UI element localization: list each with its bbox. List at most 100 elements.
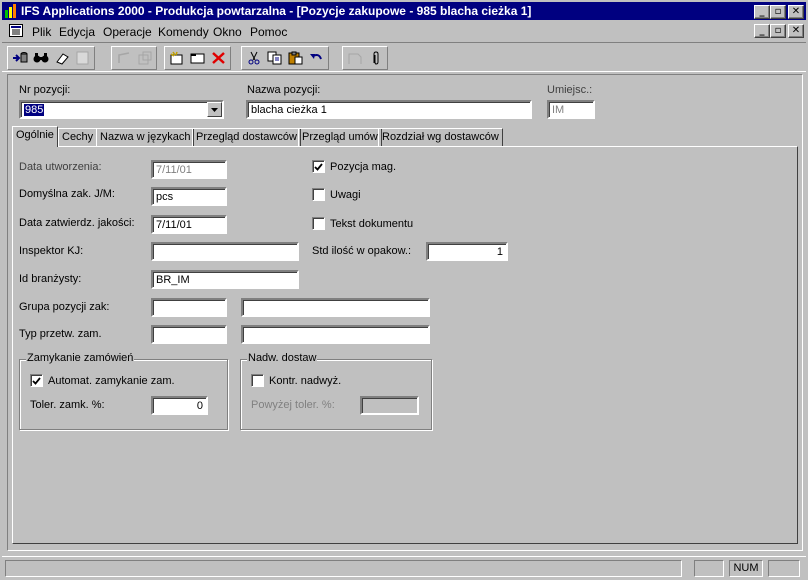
checkbox-box[interactable]: [312, 188, 325, 201]
location-label: Umiejsc.:: [547, 84, 593, 96]
over-delivery-control-label: Kontr. nadwyż.: [269, 374, 342, 387]
duplicate-icon[interactable]: [134, 48, 155, 68]
part-no-combo[interactable]: 985: [19, 100, 224, 119]
over-delivery-title: Nadw. dostaw: [247, 352, 318, 364]
toolbar-group-attach: [342, 46, 388, 70]
tab-nazwa-w-jezykach[interactable]: Nazwa w językach: [96, 128, 195, 146]
menu-operacje[interactable]: Operacje: [103, 25, 152, 39]
inspector-label: Inspektor KJ:: [19, 245, 84, 257]
blank-icon[interactable]: [72, 48, 93, 68]
mdi-document-icon[interactable]: [9, 24, 23, 37]
tab-przeglad-dostawcow[interactable]: Przegląd dostawców: [192, 128, 301, 146]
part-no-value: 985: [24, 104, 45, 116]
location-field[interactable]: IM: [547, 100, 595, 119]
paste-icon[interactable]: [285, 48, 306, 68]
close-button[interactable]: ✕: [788, 5, 804, 19]
menu-plik[interactable]: Plik: [32, 25, 51, 39]
created-field[interactable]: 7/11/01: [151, 160, 227, 179]
checkbox-box[interactable]: [251, 374, 264, 387]
menu-bar: Plik Edycja Operacje Komendy Okno Pomoc …: [2, 21, 806, 41]
menu-edycja[interactable]: Edycja: [59, 25, 95, 39]
tab-przeglad-umow[interactable]: Przegląd umów: [298, 128, 382, 146]
over-delivery-control-checkbox[interactable]: Kontr. nadwyż.: [251, 374, 341, 387]
order-type-field[interactable]: [151, 325, 227, 344]
open-folder-icon[interactable]: [187, 48, 208, 68]
stock-part-label: Pozycja mag.: [330, 160, 397, 173]
part-no-label: Nr pozycji:: [19, 84, 71, 96]
stock-part-checkbox[interactable]: Pozycja mag.: [312, 160, 396, 173]
toolbar-group-edit: [111, 46, 157, 70]
minimize-button[interactable]: _: [754, 5, 770, 19]
qc-date-label: Data zatwierdz. jakości:: [19, 217, 135, 229]
order-type-description-field[interactable]: [241, 325, 430, 344]
menu-komendy[interactable]: Komendy: [158, 25, 209, 39]
window-buttons: _ ▫ ✕: [754, 5, 804, 19]
populate-icon[interactable]: [9, 48, 30, 68]
new-icon[interactable]: [166, 48, 187, 68]
order-closing-group: Zamykanie zamówień: [19, 352, 228, 430]
delete-icon[interactable]: [208, 48, 229, 68]
undo-disabled-icon[interactable]: [113, 48, 134, 68]
cut-icon[interactable]: [243, 48, 264, 68]
tab-rozdzial-wg-dostawcow[interactable]: Rozdział wg dostawców: [378, 128, 503, 146]
over-delivery-group: Nadw. dostaw: [240, 352, 432, 430]
notes-label: Uwagi: [330, 188, 361, 201]
default-uom-label: Domyślna zak. J/M:: [19, 188, 115, 200]
auto-close-label: Automat. zamykanie zam.: [48, 374, 175, 387]
close-tolerance-field[interactable]: 0: [151, 396, 208, 415]
toolbar-group-record: [164, 46, 231, 70]
menu-pomoc[interactable]: Pomoc: [250, 25, 287, 39]
combo-dropdown-button[interactable]: [207, 102, 222, 117]
title-bar[interactable]: IFS Applications 2000 - Produkcja powtar…: [2, 2, 806, 20]
notes-checkbox[interactable]: Uwagi: [312, 188, 361, 201]
undo-icon[interactable]: [306, 48, 327, 68]
inspector-field[interactable]: [151, 242, 299, 261]
attachment-icon[interactable]: [365, 48, 386, 68]
status-message-panel: [5, 560, 682, 577]
buyer-label: Id branżysty:: [19, 273, 82, 285]
description-field[interactable]: blacha cieżka 1: [246, 100, 532, 119]
checkbox-box[interactable]: [30, 374, 43, 387]
status-scroll-panel: [768, 560, 800, 577]
checkmark-icon: [314, 162, 323, 171]
toolbar: [2, 42, 806, 72]
part-group-label: Grupa pozycji zak:: [19, 301, 110, 313]
window-title: IFS Applications 2000 - Produkcja powtar…: [21, 4, 532, 18]
qc-date-field[interactable]: 7/11/01: [151, 215, 227, 234]
search-icon[interactable]: [30, 48, 51, 68]
document-icon[interactable]: [344, 48, 365, 68]
order-type-label: Typ przetw. zam.: [19, 328, 102, 340]
part-group-description-field[interactable]: [241, 298, 430, 317]
eraser-icon[interactable]: [51, 48, 72, 68]
auto-close-checkbox[interactable]: Automat. zamykanie zam.: [30, 374, 175, 387]
mdi-minimize-button[interactable]: _: [754, 24, 770, 38]
mdi-close-button[interactable]: ✕: [788, 24, 804, 38]
document-text-checkbox[interactable]: Tekst dokumentu: [312, 217, 413, 230]
checkbox-box[interactable]: [312, 217, 325, 230]
toolbar-group-clipboard: [241, 46, 329, 70]
mdi-restore-button[interactable]: ▫: [770, 24, 786, 38]
toolbar-group-query: [7, 46, 95, 70]
menu-okno[interactable]: Okno: [213, 25, 242, 39]
tab-cechy[interactable]: Cechy: [58, 128, 98, 146]
maximize-button[interactable]: ▫: [770, 5, 786, 19]
default-uom-field[interactable]: pcs: [151, 187, 227, 206]
copy-icon[interactable]: [264, 48, 285, 68]
std-pack-field[interactable]: 1: [426, 242, 508, 261]
part-group-field[interactable]: [151, 298, 227, 317]
above-tolerance-field[interactable]: [360, 396, 419, 415]
checkbox-box[interactable]: [312, 160, 325, 173]
checkmark-icon: [32, 376, 41, 385]
std-pack-label: Std ilość w opakow.:: [312, 245, 412, 257]
description-label: Nazwa pozycji:: [247, 84, 321, 96]
status-bar: NUM: [2, 556, 806, 578]
chevron-down-icon: [211, 107, 218, 112]
above-tolerance-label: Powyżej toler. %:: [251, 399, 335, 411]
ifs-app-icon: [5, 4, 16, 18]
tab-ogolnie[interactable]: Ogólnie: [12, 126, 58, 147]
created-label: Data utworzenia:: [19, 161, 102, 173]
tab-page-general: [12, 146, 798, 544]
buyer-field[interactable]: BR_IM: [151, 270, 299, 289]
mdi-buttons: _ ▫ ✕: [754, 24, 804, 38]
close-tolerance-label: Toler. zamk. %:: [30, 399, 105, 411]
